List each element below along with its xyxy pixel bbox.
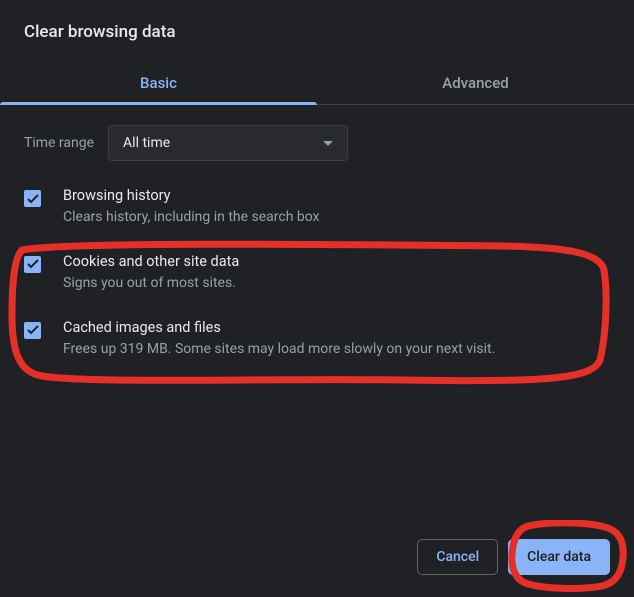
- checkbox-cookies[interactable]: [24, 256, 41, 273]
- option-text: Cookies and other site data Signs you ou…: [63, 253, 239, 293]
- option-title: Cookies and other site data: [63, 253, 239, 270]
- chevron-down-icon: [323, 141, 333, 146]
- option-desc: Clears history, including in the search …: [63, 208, 320, 227]
- dialog-title: Clear browsing data: [0, 0, 634, 42]
- option-text: Browsing history Clears history, includi…: [63, 187, 320, 227]
- option-desc: Signs you out of most sites.: [63, 274, 239, 293]
- tabs: Basic Advanced: [0, 60, 634, 105]
- tab-advanced[interactable]: Advanced: [317, 60, 634, 104]
- checkmark-icon: [27, 259, 39, 269]
- checkmark-icon: [27, 325, 39, 335]
- option-title: Cached images and files: [63, 319, 495, 336]
- option-desc: Frees up 319 MB. Some sites may load mor…: [63, 340, 495, 359]
- checkbox-cache[interactable]: [24, 322, 41, 339]
- checkbox-browsing-history[interactable]: [24, 190, 41, 207]
- tab-basic[interactable]: Basic: [0, 60, 317, 104]
- option-title: Browsing history: [63, 187, 320, 204]
- time-range-value: All time: [123, 135, 170, 151]
- option-cache: Cached images and files Frees up 319 MB.…: [24, 319, 610, 359]
- time-range-label: Time range: [24, 135, 94, 151]
- cancel-button[interactable]: Cancel: [417, 539, 498, 575]
- time-range-select[interactable]: All time: [108, 125, 348, 161]
- option-cookies: Cookies and other site data Signs you ou…: [24, 253, 610, 293]
- time-range-row: Time range All time: [24, 125, 610, 161]
- checkmark-icon: [27, 194, 39, 204]
- dialog-body: Time range All time Browsing history Cle…: [0, 105, 634, 359]
- dialog-footer: Cancel Clear data: [417, 539, 610, 575]
- option-browsing-history: Browsing history Clears history, includi…: [24, 187, 610, 227]
- clear-data-button[interactable]: Clear data: [508, 539, 610, 575]
- option-text: Cached images and files Frees up 319 MB.…: [63, 319, 495, 359]
